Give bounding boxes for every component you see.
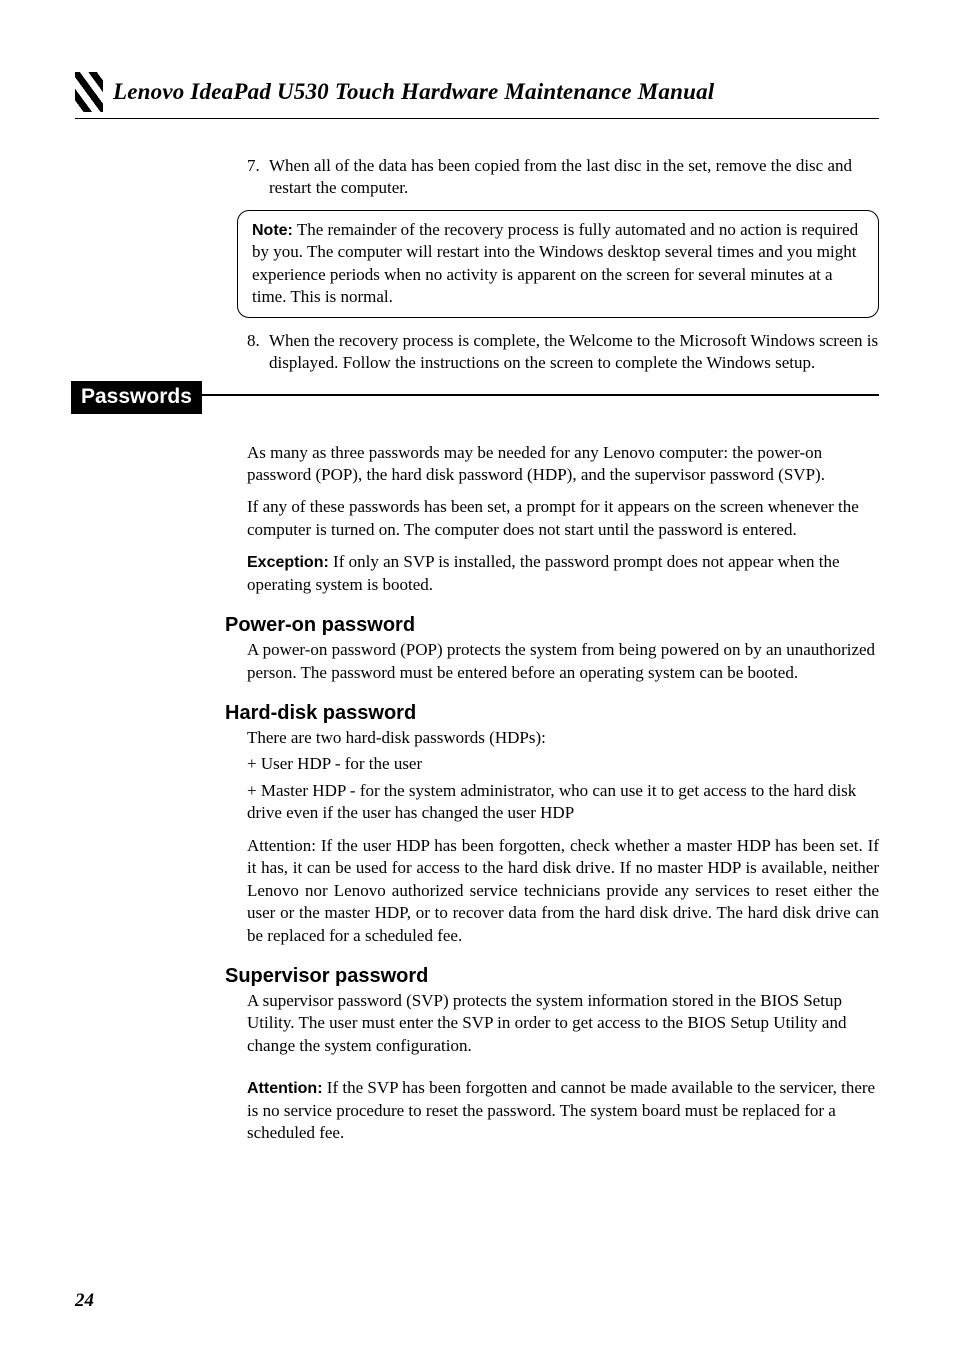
list-text: When all of the data has been copied fro… <box>269 155 879 200</box>
attention-label: Attention: <box>247 1080 323 1097</box>
paragraph: Attention: If the user HDP has been forg… <box>247 835 879 947</box>
subsection-poweron: Power-on password A power-on password (P… <box>225 614 879 684</box>
subsection-supervisor: Supervisor password A supervisor passwor… <box>225 965 879 1145</box>
document-title: Lenovo IdeaPad U530 Touch Hardware Maint… <box>113 79 714 105</box>
list-item: + User HDP - for the user <box>247 753 879 775</box>
paragraph: There are two hard-disk passwords (HDPs)… <box>247 727 879 749</box>
paragraph: Exception: If only an SVP is installed, … <box>247 551 879 596</box>
subsection-heading: Hard-disk password <box>225 702 879 725</box>
list-item: 7. When all of the data has been copied … <box>247 155 879 200</box>
list-text: When the recovery process is complete, t… <box>269 330 879 375</box>
list-item: 8. When the recovery process is complete… <box>247 330 879 375</box>
subsection-heading: Power-on password <box>225 614 879 637</box>
exception-text: If only an SVP is installed, the passwor… <box>247 552 840 593</box>
attention-text: If the SVP has been forgotten and cannot… <box>247 1078 875 1142</box>
subsection-heading: Supervisor password <box>225 965 879 988</box>
section-header-row: Passwords <box>75 381 879 414</box>
paragraph: Attention: If the SVP has been forgotten… <box>247 1077 879 1144</box>
top-content-block: 7. When all of the data has been copied … <box>247 155 879 375</box>
paragraph: A power-on password (POP) protects the s… <box>247 639 879 684</box>
page-number: 24 <box>75 1290 94 1312</box>
paragraph: If any of these passwords has been set, … <box>247 496 879 541</box>
page-header: Lenovo IdeaPad U530 Touch Hardware Maint… <box>75 72 879 119</box>
brand-logo-icon <box>75 72 103 112</box>
section-rule <box>202 394 879 396</box>
paragraph: As many as three passwords may be needed… <box>247 442 879 487</box>
section-title: Passwords <box>71 381 202 414</box>
list-number: 8. <box>247 330 269 375</box>
section-intro: As many as three passwords may be needed… <box>247 442 879 597</box>
subsection-harddisk: Hard-disk password There are two hard-di… <box>225 702 879 947</box>
list-item: + Master HDP - for the system administra… <box>247 780 879 825</box>
paragraph: A supervisor password (SVP) protects the… <box>247 990 879 1057</box>
list-number: 7. <box>247 155 269 200</box>
note-text: The remainder of the recovery process is… <box>252 220 858 306</box>
note-callout: Note: The remainder of the recovery proc… <box>237 210 879 318</box>
note-label: Note: <box>252 222 293 239</box>
exception-label: Exception: <box>247 554 329 571</box>
